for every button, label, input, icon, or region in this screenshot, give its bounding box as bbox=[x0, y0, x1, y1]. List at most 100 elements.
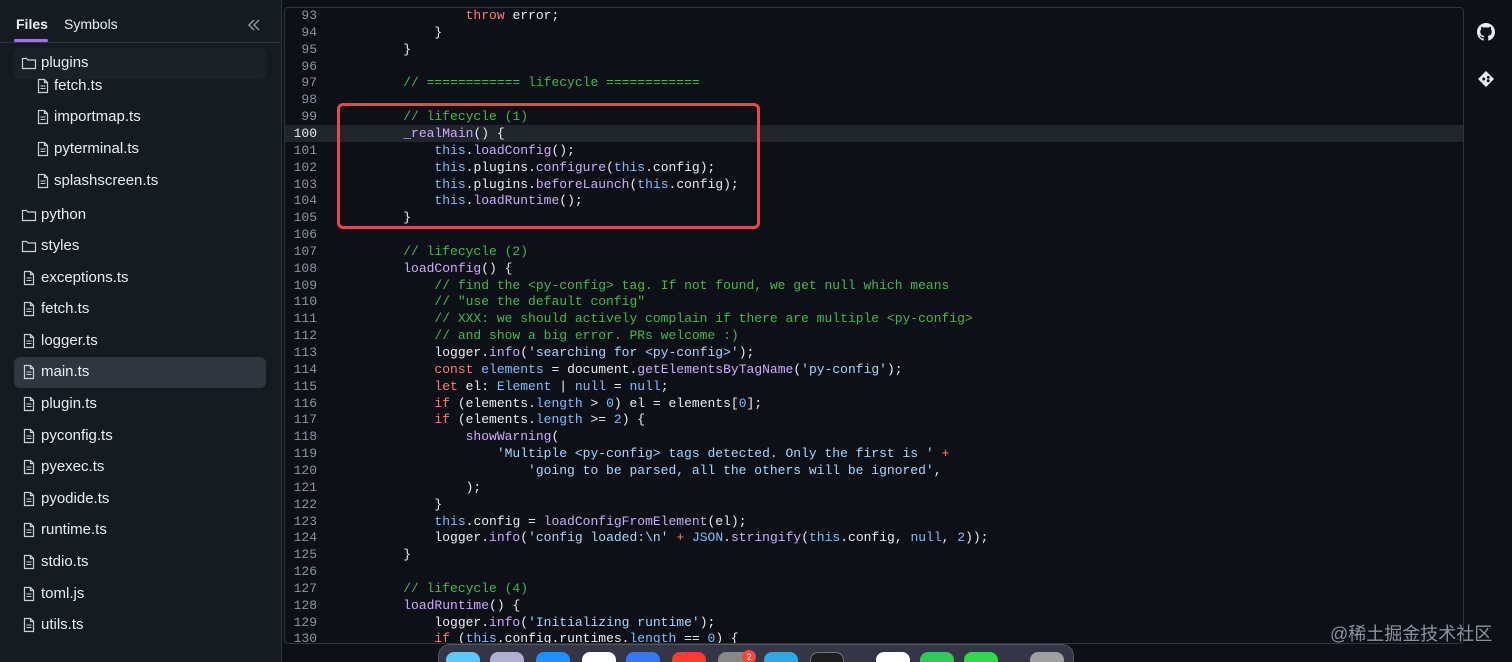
code-line[interactable]: 115 let el: Element | null = null; bbox=[285, 378, 1463, 395]
code-line[interactable]: 109 // find the <py-config> tag. If not … bbox=[285, 277, 1463, 294]
file-item-utils-ts[interactable]: utils.ts bbox=[14, 610, 266, 641]
line-number: 96 bbox=[301, 58, 317, 74]
app-icon-4[interactable] bbox=[582, 652, 616, 662]
code-line[interactable]: 128 loadRuntime() { bbox=[285, 597, 1463, 614]
file-item-splashscreen-ts[interactable]: splashscreen.ts bbox=[14, 166, 266, 197]
file-icon bbox=[21, 301, 37, 317]
line-number: 129 bbox=[293, 614, 317, 630]
collapse-sidebar-icon[interactable] bbox=[246, 17, 262, 33]
line-number: 111 bbox=[293, 311, 317, 327]
code-line[interactable]: 96 bbox=[285, 58, 1463, 75]
app-icon-8[interactable] bbox=[764, 652, 798, 662]
finder-app-icon[interactable] bbox=[446, 652, 480, 662]
line-code: logger.info('config loaded:\n' + JSON.st… bbox=[372, 530, 989, 546]
code-line[interactable]: 121 ); bbox=[285, 479, 1463, 496]
line-code: // ============ lifecycle ============ bbox=[403, 75, 700, 91]
tab-files[interactable]: Files bbox=[16, 16, 48, 32]
line-code: // XXX: we should actively complain if t… bbox=[434, 311, 973, 327]
tree-item-label: pyexec.ts bbox=[41, 458, 105, 475]
code-line[interactable]: 124 logger.info('config loaded:\n' + JSO… bbox=[285, 529, 1463, 546]
tree-item-label: plugin.ts bbox=[41, 395, 97, 412]
tree-item-label: splashscreen.ts bbox=[54, 172, 159, 189]
line-number: 101 bbox=[293, 142, 317, 158]
code-line[interactable]: 93 throw error; bbox=[285, 8, 1463, 24]
code-line[interactable]: 97 // ============ lifecycle ===========… bbox=[285, 74, 1463, 91]
tree-item-label: logger.ts bbox=[41, 332, 98, 349]
file-item-toml-js[interactable]: toml.js bbox=[14, 579, 266, 610]
file-icon bbox=[21, 270, 37, 286]
line-number: 113 bbox=[293, 345, 317, 360]
folder-item-styles[interactable]: styles bbox=[14, 231, 266, 262]
line-code: // lifecycle (4) bbox=[403, 580, 529, 596]
file-item-logger-ts[interactable]: logger.ts bbox=[14, 326, 266, 357]
file-icon bbox=[35, 141, 51, 157]
line-code: if (this.config.runtimes.length == 0) { bbox=[434, 631, 739, 644]
trash-icon[interactable] bbox=[1030, 652, 1064, 662]
tree-item-label: utils.ts bbox=[41, 616, 84, 633]
code-line[interactable]: 119 'Multiple <py-config> tags detected.… bbox=[285, 445, 1463, 462]
file-item-pyterminal-ts[interactable]: pyterminal.ts bbox=[14, 134, 266, 165]
github-icon[interactable] bbox=[1477, 23, 1495, 41]
line-number: 102 bbox=[293, 159, 317, 175]
tree-item-label: python bbox=[41, 206, 87, 223]
code-line[interactable]: 129 logger.info('Initializing runtime'); bbox=[285, 614, 1463, 631]
line-number: 98 bbox=[301, 92, 317, 108]
line-number: 124 bbox=[293, 530, 317, 546]
wechat-app-icon[interactable] bbox=[920, 652, 954, 662]
launchpad-app-icon[interactable] bbox=[490, 652, 524, 662]
file-item-pyexec-ts[interactable]: pyexec.ts bbox=[14, 452, 266, 483]
line-number: 105 bbox=[293, 210, 317, 226]
code-line[interactable]: 123 this.config = loadConfigFromElement(… bbox=[285, 513, 1463, 530]
code-line[interactable]: 116 if (elements.length > 0) el = elemen… bbox=[285, 395, 1463, 412]
code-line[interactable]: 117 if (elements.length >= 2) { bbox=[285, 411, 1463, 428]
file-item-exceptions-ts[interactable]: exceptions.ts bbox=[14, 263, 266, 294]
line-code: loadConfig() { bbox=[403, 260, 513, 276]
file-item-runtime-ts[interactable]: runtime.ts bbox=[14, 515, 266, 546]
file-item-plugin-ts[interactable]: plugin.ts bbox=[14, 389, 266, 420]
line-code: } bbox=[372, 41, 412, 57]
app-icon-12[interactable] bbox=[964, 652, 998, 662]
code-line[interactable]: 112 // and show a big error. PRs welcome… bbox=[285, 327, 1463, 344]
file-item-fetch-ts[interactable]: fetch.ts bbox=[14, 294, 266, 325]
line-number: 121 bbox=[293, 479, 317, 495]
tab-symbols[interactable]: Symbols bbox=[64, 16, 118, 32]
file-item-main-ts[interactable]: main.ts bbox=[14, 357, 266, 388]
file-icon bbox=[21, 333, 37, 349]
code-line[interactable]: 120 'going to be parsed, all the others … bbox=[285, 462, 1463, 479]
code-line[interactable]: 127 // lifecycle (4) bbox=[285, 580, 1463, 597]
app-icon-5[interactable] bbox=[626, 652, 660, 662]
file-icon bbox=[35, 78, 51, 94]
code-line[interactable]: 130 if (this.config.runtimes.length == 0… bbox=[285, 630, 1463, 644]
line-code: loadRuntime() { bbox=[403, 597, 521, 613]
line-number: 114 bbox=[293, 361, 317, 377]
file-item-pyconfig-ts[interactable]: pyconfig.ts bbox=[14, 421, 266, 452]
line-number: 127 bbox=[293, 580, 317, 596]
safari-app-icon[interactable] bbox=[536, 652, 570, 662]
line-code: // lifecycle (2) bbox=[403, 243, 529, 259]
tree-item-label: stdio.ts bbox=[41, 553, 89, 570]
code-line[interactable]: 126 bbox=[285, 563, 1463, 580]
file-item-stdio-ts[interactable]: stdio.ts bbox=[14, 547, 266, 578]
code-line[interactable]: 111 // XXX: we should actively complain … bbox=[285, 310, 1463, 327]
git-icon[interactable] bbox=[1477, 70, 1495, 88]
app-icon-10[interactable] bbox=[876, 652, 910, 662]
code-line[interactable]: 94 } bbox=[285, 24, 1463, 41]
line-number: 103 bbox=[293, 176, 317, 192]
code-line[interactable]: 107 // lifecycle (2) bbox=[285, 243, 1463, 260]
file-item-importmap-ts[interactable]: importmap.ts bbox=[14, 102, 266, 133]
line-number: 122 bbox=[293, 496, 317, 512]
terminal-app-icon[interactable] bbox=[810, 652, 844, 662]
file-item-pyodide-ts[interactable]: pyodide.ts bbox=[14, 484, 266, 515]
line-number: 100 bbox=[293, 125, 317, 141]
code-line[interactable]: 114 const elements = document.getElement… bbox=[285, 361, 1463, 378]
code-line[interactable]: 108 loadConfig() { bbox=[285, 260, 1463, 277]
code-line[interactable]: 110 // "use the default config" bbox=[285, 293, 1463, 310]
code-line[interactable]: 122 } bbox=[285, 496, 1463, 513]
code-line[interactable]: 118 showWarning( bbox=[285, 428, 1463, 445]
code-line[interactable]: 113 logger.info('searching for <py-confi… bbox=[285, 344, 1463, 361]
code-line[interactable]: 125 } bbox=[285, 546, 1463, 563]
folder-item-python[interactable]: python bbox=[14, 200, 266, 231]
code-line[interactable]: 95 } bbox=[285, 41, 1463, 58]
file-item-fetch-ts[interactable]: fetch.ts bbox=[14, 71, 266, 102]
app-icon-6[interactable] bbox=[672, 652, 706, 662]
